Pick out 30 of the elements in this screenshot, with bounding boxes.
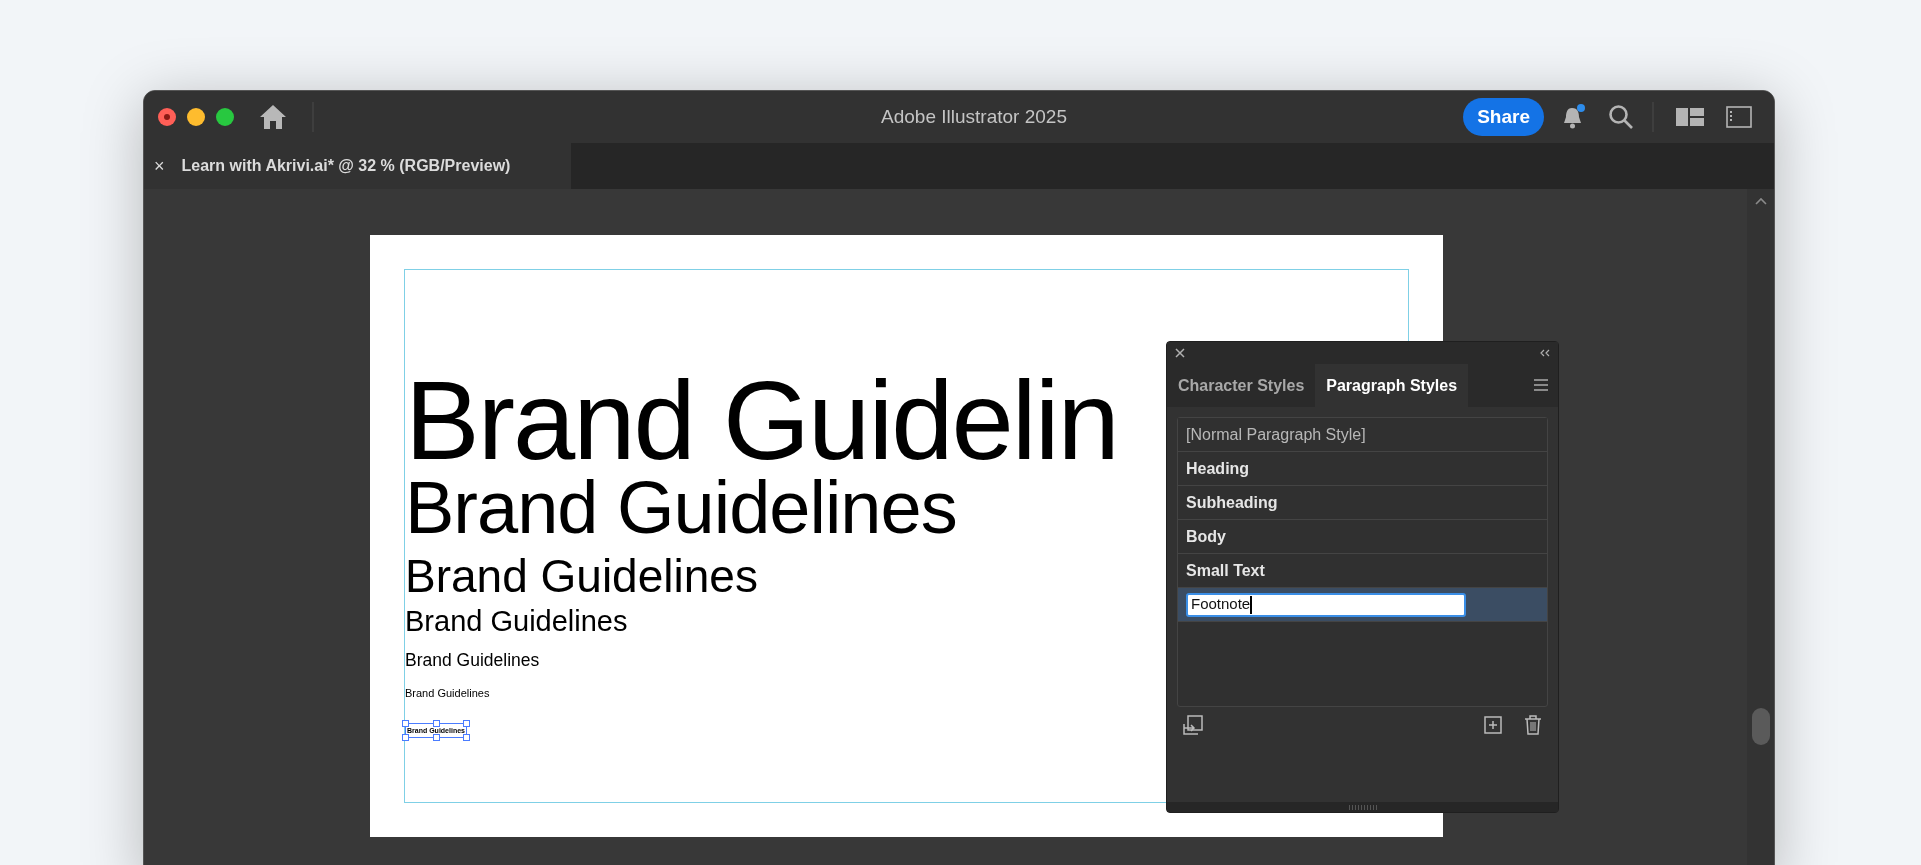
panel-toggle-icon[interactable] — [1726, 106, 1752, 128]
workspace-layout-icon[interactable] — [1676, 107, 1704, 127]
scrollbar-thumb[interactable] — [1752, 708, 1770, 745]
maximize-window-icon[interactable] — [216, 108, 234, 126]
scroll-up-icon[interactable] — [1754, 197, 1767, 205]
panel-tab[interactable]: Paragraph Styles — [1315, 364, 1469, 407]
artboard-text: Brand Guidelines — [405, 605, 628, 637]
style-row[interactable]: [Normal Paragraph Style] — [1178, 418, 1547, 452]
menu-icon[interactable] — [1534, 379, 1548, 391]
share-button[interactable]: Share — [1463, 98, 1544, 136]
new-style-icon[interactable] — [1484, 716, 1502, 734]
style-row[interactable]: Footnote — [1178, 588, 1547, 622]
tab-close-button[interactable]: × — [154, 152, 165, 180]
artboard-text: Brand Guidelines — [405, 466, 957, 549]
document-tab[interactable]: × Learn with Akrivi.ai* @ 32 % (RGB/Preview) — [144, 143, 571, 189]
artboard-text: Brand Guidelines — [405, 650, 540, 670]
notification-bell-icon[interactable] — [1562, 104, 1586, 130]
search-icon[interactable] — [1608, 104, 1634, 130]
artboard-text: Brand Guidelines — [405, 550, 758, 602]
load-styles-icon[interactable] — [1183, 715, 1203, 735]
close-window-icon[interactable] — [158, 108, 176, 126]
artboard-text: Brand Guidelines — [405, 686, 490, 699]
window-title: Adobe Illustrator 2025 — [880, 104, 1068, 129]
collapse-icon[interactable] — [1540, 349, 1550, 357]
delete-icon[interactable] — [1524, 715, 1542, 735]
resize-grip[interactable] — [1167, 802, 1558, 812]
home-icon[interactable] — [259, 104, 287, 130]
minimize-window-icon[interactable] — [187, 108, 205, 126]
style-name-field[interactable]: Footnote — [1186, 592, 1466, 617]
close-icon[interactable] — [1175, 348, 1185, 358]
